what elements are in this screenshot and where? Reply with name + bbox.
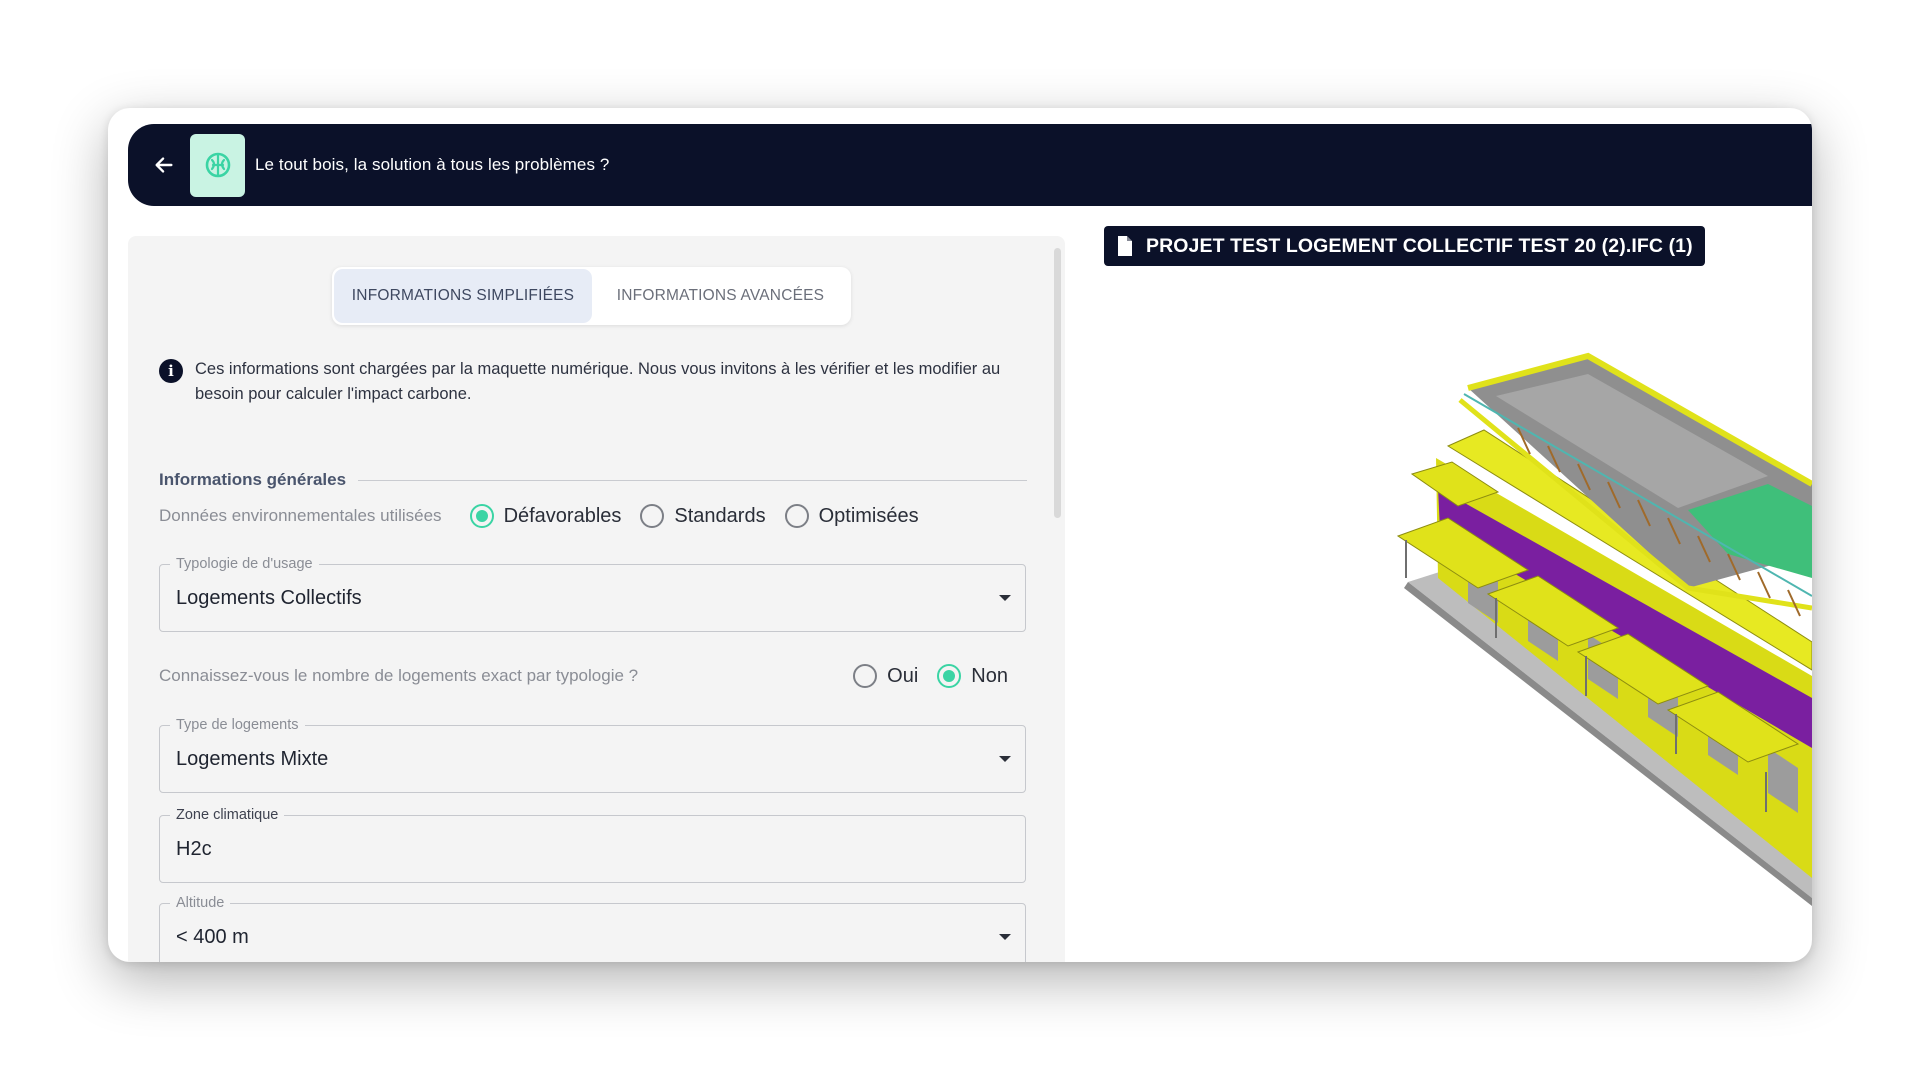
tab-bar: Informations simplifiées Informations av… xyxy=(332,267,851,325)
usage-typology-value: Logements Collectifs xyxy=(176,586,362,609)
page-title: Le tout bois, la solution à tous les pro… xyxy=(255,155,610,174)
info-notice: i Ces informations sont chargées par la … xyxy=(159,357,1034,407)
radio-label: Non xyxy=(971,664,1008,687)
radio-label: Standards xyxy=(674,504,766,527)
caret-down-icon[interactable] xyxy=(999,595,1011,601)
tab-informations-avancees[interactable]: Informations avancées xyxy=(592,269,849,323)
app-logo[interactable] xyxy=(190,133,245,197)
app-window: Le tout bois, la solution à tous les pro… xyxy=(108,108,1812,962)
model-file-badge: PROJET TEST LOGEMENT COLLECTIF TEST 20 (… xyxy=(1104,226,1705,266)
housing-type-value: Logements Mixte xyxy=(176,747,329,770)
panel-scrollbar[interactable] xyxy=(1054,248,1061,518)
back-button[interactable] xyxy=(142,143,186,187)
radio-button-checked[interactable] xyxy=(937,664,962,688)
exact-count-question: Connaissez-vous le nombre de logements e… xyxy=(159,666,639,685)
altitude-value: < 400 m xyxy=(176,925,249,948)
exact-count-row: Connaissez-vous le nombre de logements e… xyxy=(159,664,1027,688)
usage-typology-select[interactable]: Typologie de d'usage Logements Collectif… xyxy=(159,555,1026,632)
arrow-left-icon xyxy=(155,157,173,173)
radio-label: Optimisées xyxy=(818,504,919,527)
exact-count-radio-group: Oui Non xyxy=(853,664,1008,688)
environmental-data-label: Données environnementales utilisées xyxy=(159,506,442,525)
top-bar: Le tout bois, la solution à tous les pro… xyxy=(128,124,1812,206)
document-icon xyxy=(1118,236,1132,256)
climate-zone-value: H2c xyxy=(176,837,212,860)
info-icon: i xyxy=(159,359,183,383)
radio-optimisees[interactable]: Optimisées xyxy=(784,504,919,528)
radio-button-checked[interactable] xyxy=(469,504,494,528)
environmental-data-radio-group: Défavorables Standards Optimisées xyxy=(469,504,919,528)
3d-model-viewer[interactable] xyxy=(1068,278,1812,962)
radio-button[interactable] xyxy=(853,664,878,688)
form-panel: Informations simplifiées Informations av… xyxy=(128,236,1065,962)
housing-type-select[interactable]: Type de logements Logements Mixte xyxy=(159,716,1026,793)
radio-non[interactable]: Non xyxy=(937,664,1008,688)
altitude-select[interactable]: Altitude < 400 m xyxy=(159,894,1026,962)
building-model xyxy=(1396,352,1812,906)
radio-standards[interactable]: Standards xyxy=(640,504,766,528)
environmental-data-row: Données environnementales utilisées Défa… xyxy=(159,504,1027,528)
caret-down-icon[interactable] xyxy=(999,934,1011,940)
radio-button[interactable] xyxy=(640,504,665,528)
climate-zone-field[interactable]: Zone climatique H2c xyxy=(159,806,1026,883)
radio-label: Oui xyxy=(887,664,919,687)
radio-oui[interactable]: Oui xyxy=(853,664,918,688)
radio-button[interactable] xyxy=(784,504,809,528)
radio-defavorables[interactable]: Défavorables xyxy=(469,504,622,528)
section-title: Informations générales xyxy=(159,470,347,489)
tab-informations-simplifiees[interactable]: Informations simplifiées xyxy=(334,269,592,323)
radio-label: Défavorables xyxy=(503,504,622,527)
section-divider xyxy=(358,479,1027,481)
section-informations-generales: Informations générales xyxy=(159,468,1027,492)
caret-down-icon[interactable] xyxy=(999,756,1011,762)
leaf-brain-icon xyxy=(205,152,230,178)
info-notice-text: Ces informations sont chargées par la ma… xyxy=(195,360,1001,403)
model-file-name: PROJET TEST LOGEMENT COLLECTIF TEST 20 (… xyxy=(1146,234,1693,257)
